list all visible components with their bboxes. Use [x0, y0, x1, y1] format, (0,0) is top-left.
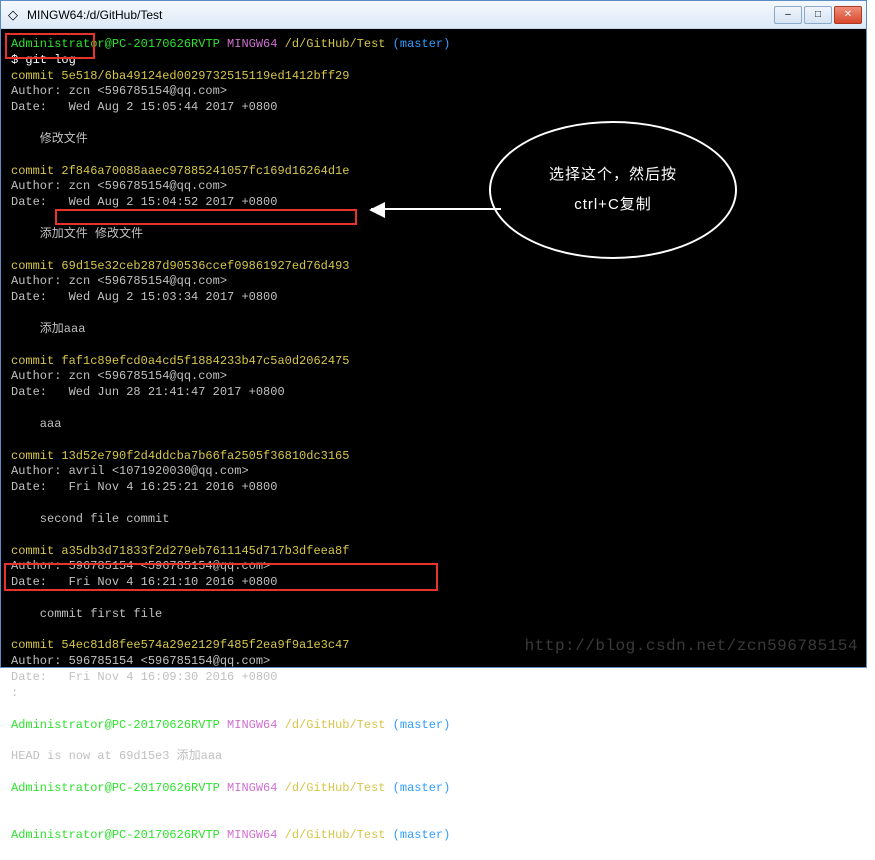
commit-date: Date: Wed Jun 28 21:41:47 2017 +0800 [11, 385, 285, 399]
prompt-branch: (master) [385, 718, 450, 732]
annotation-arrow-icon [371, 208, 501, 210]
commit-date: Date: Fri Nov 4 16:25:21 2016 +0800 [11, 480, 277, 494]
prompt-shell: MINGW64 [227, 781, 285, 795]
annotation-text-2: ctrl+C复制 [549, 190, 677, 220]
commit-prefix: commit [11, 259, 61, 273]
cmd-cursor[interactable]: $ [11, 844, 25, 858]
commit-date: Date: Wed Aug 2 15:04:52 2017 +0800 [11, 195, 277, 209]
prompt-host: @PC-20170626RVTP [105, 718, 227, 732]
watermark: http://blog.csdn.net/zcn596785154 [525, 637, 858, 655]
commit-msg: aaa [11, 417, 61, 431]
commit-author: Author: zcn <596785154@qq.com> [11, 369, 227, 383]
commit-msg: 修改文件 [11, 132, 88, 146]
annotation-ellipse: 选择这个，然后按 ctrl+C复制 [489, 121, 737, 259]
prompt-user: Administrator [11, 37, 105, 51]
app-icon: ◇ [5, 7, 21, 23]
commit-date: Date: Fri Nov 4 16:09:30 2016 +0800 [11, 670, 277, 684]
prompt-shell: MINGW64 [227, 718, 285, 732]
prompt-branch: (master) [385, 828, 450, 842]
prompt-user: Administrator [11, 781, 105, 795]
annotation-text-1: 选择这个，然后按 [549, 160, 677, 190]
commit-msg: commit first file [11, 607, 162, 621]
prompt-branch: (master) [385, 781, 450, 795]
commit-date: Date: Wed Aug 2 15:05:44 2017 +0800 [11, 100, 277, 114]
terminal-window: ◇ MINGW64:/d/GitHub/Test – □ ✕ Administr… [0, 0, 867, 668]
maximize-button[interactable]: □ [804, 6, 832, 24]
commit-msg: 添加aaa [11, 322, 85, 336]
commit-hash-highlighted[interactable]: 69d15e32ceb287d90536ccef09861927ed76d493 [61, 259, 349, 273]
commit-author: Author: 596785154 <596785154@qq.com> [11, 559, 270, 573]
commit-author: Author: zcn <596785154@qq.com> [11, 274, 227, 288]
prompt-host: @PC-20170626RVTP [105, 828, 227, 842]
commit-line: commit faf1c89efcd0a4cd5f1884233b47c5a0d… [11, 354, 349, 368]
cmd-gitk: $ gitk [11, 797, 54, 811]
window-controls: – □ ✕ [774, 6, 862, 24]
prompt-shell: MINGW64 [227, 828, 285, 842]
prompt-user: Administrator [11, 828, 105, 842]
prompt-path: /d/GitHub/Test [285, 37, 386, 51]
prompt-branch: (master) [385, 37, 450, 51]
reset-output: HEAD is now at 69d15e3 添加aaa [11, 749, 222, 763]
commit-author: Author: zcn <596785154@qq.com> [11, 179, 227, 193]
prompt-path: /d/GitHub/Test [285, 828, 386, 842]
commit-author: Author: avril <1071920030@qq.com> [11, 464, 249, 478]
commit-line: commit 13d52e790f2d4ddcba7b66fa2505f3681… [11, 449, 349, 463]
commit-author: Author: 596785154 <596785154@qq.com> [11, 654, 270, 668]
prompt-path: /d/GitHub/Test [285, 718, 386, 732]
commit-date: Date: Fri Nov 4 16:21:10 2016 +0800 [11, 575, 277, 589]
commit-line: commit 2f846a70088aaec97885241057fc169d1… [11, 164, 349, 178]
window-title: MINGW64:/d/GitHub/Test [27, 8, 774, 22]
commit-author: Author: zcn <596785154@qq.com> [11, 84, 227, 98]
pager-colon: : [11, 686, 18, 700]
cmd-git-reset: $ git reset --hard 69d15e32ceb287d90536c… [11, 733, 436, 747]
commit-msg: second file commit [11, 512, 169, 526]
titlebar[interactable]: ◇ MINGW64:/d/GitHub/Test – □ ✕ [1, 1, 866, 29]
minimize-button[interactable]: – [774, 6, 802, 24]
close-button[interactable]: ✕ [834, 6, 862, 24]
commit-msg: 添加文件 修改文件 [11, 227, 143, 241]
prompt-path: /d/GitHub/Test [285, 781, 386, 795]
prompt-host: @PC-20170626RVTP [105, 781, 227, 795]
prompt-shell: MINGW64 [227, 37, 285, 51]
prompt-user: Administrator [11, 718, 105, 732]
commit-line: commit 5e518/6ba49124ed0029732515119ed14… [11, 69, 349, 83]
commit-line: commit a35db3d71833f2d279eb7611145d717b3… [11, 544, 349, 558]
commit-line: commit 54ec81d8fee574a29e2129f485f2ea9f9… [11, 638, 349, 652]
cmd-git-log: $ git log [11, 53, 76, 67]
commit-date: Date: Wed Aug 2 15:03:34 2017 +0800 [11, 290, 277, 304]
prompt-host: @PC-20170626RVTP [105, 37, 227, 51]
terminal-body[interactable]: Administrator@PC-20170626RVTP MINGW64 /d… [1, 29, 866, 667]
